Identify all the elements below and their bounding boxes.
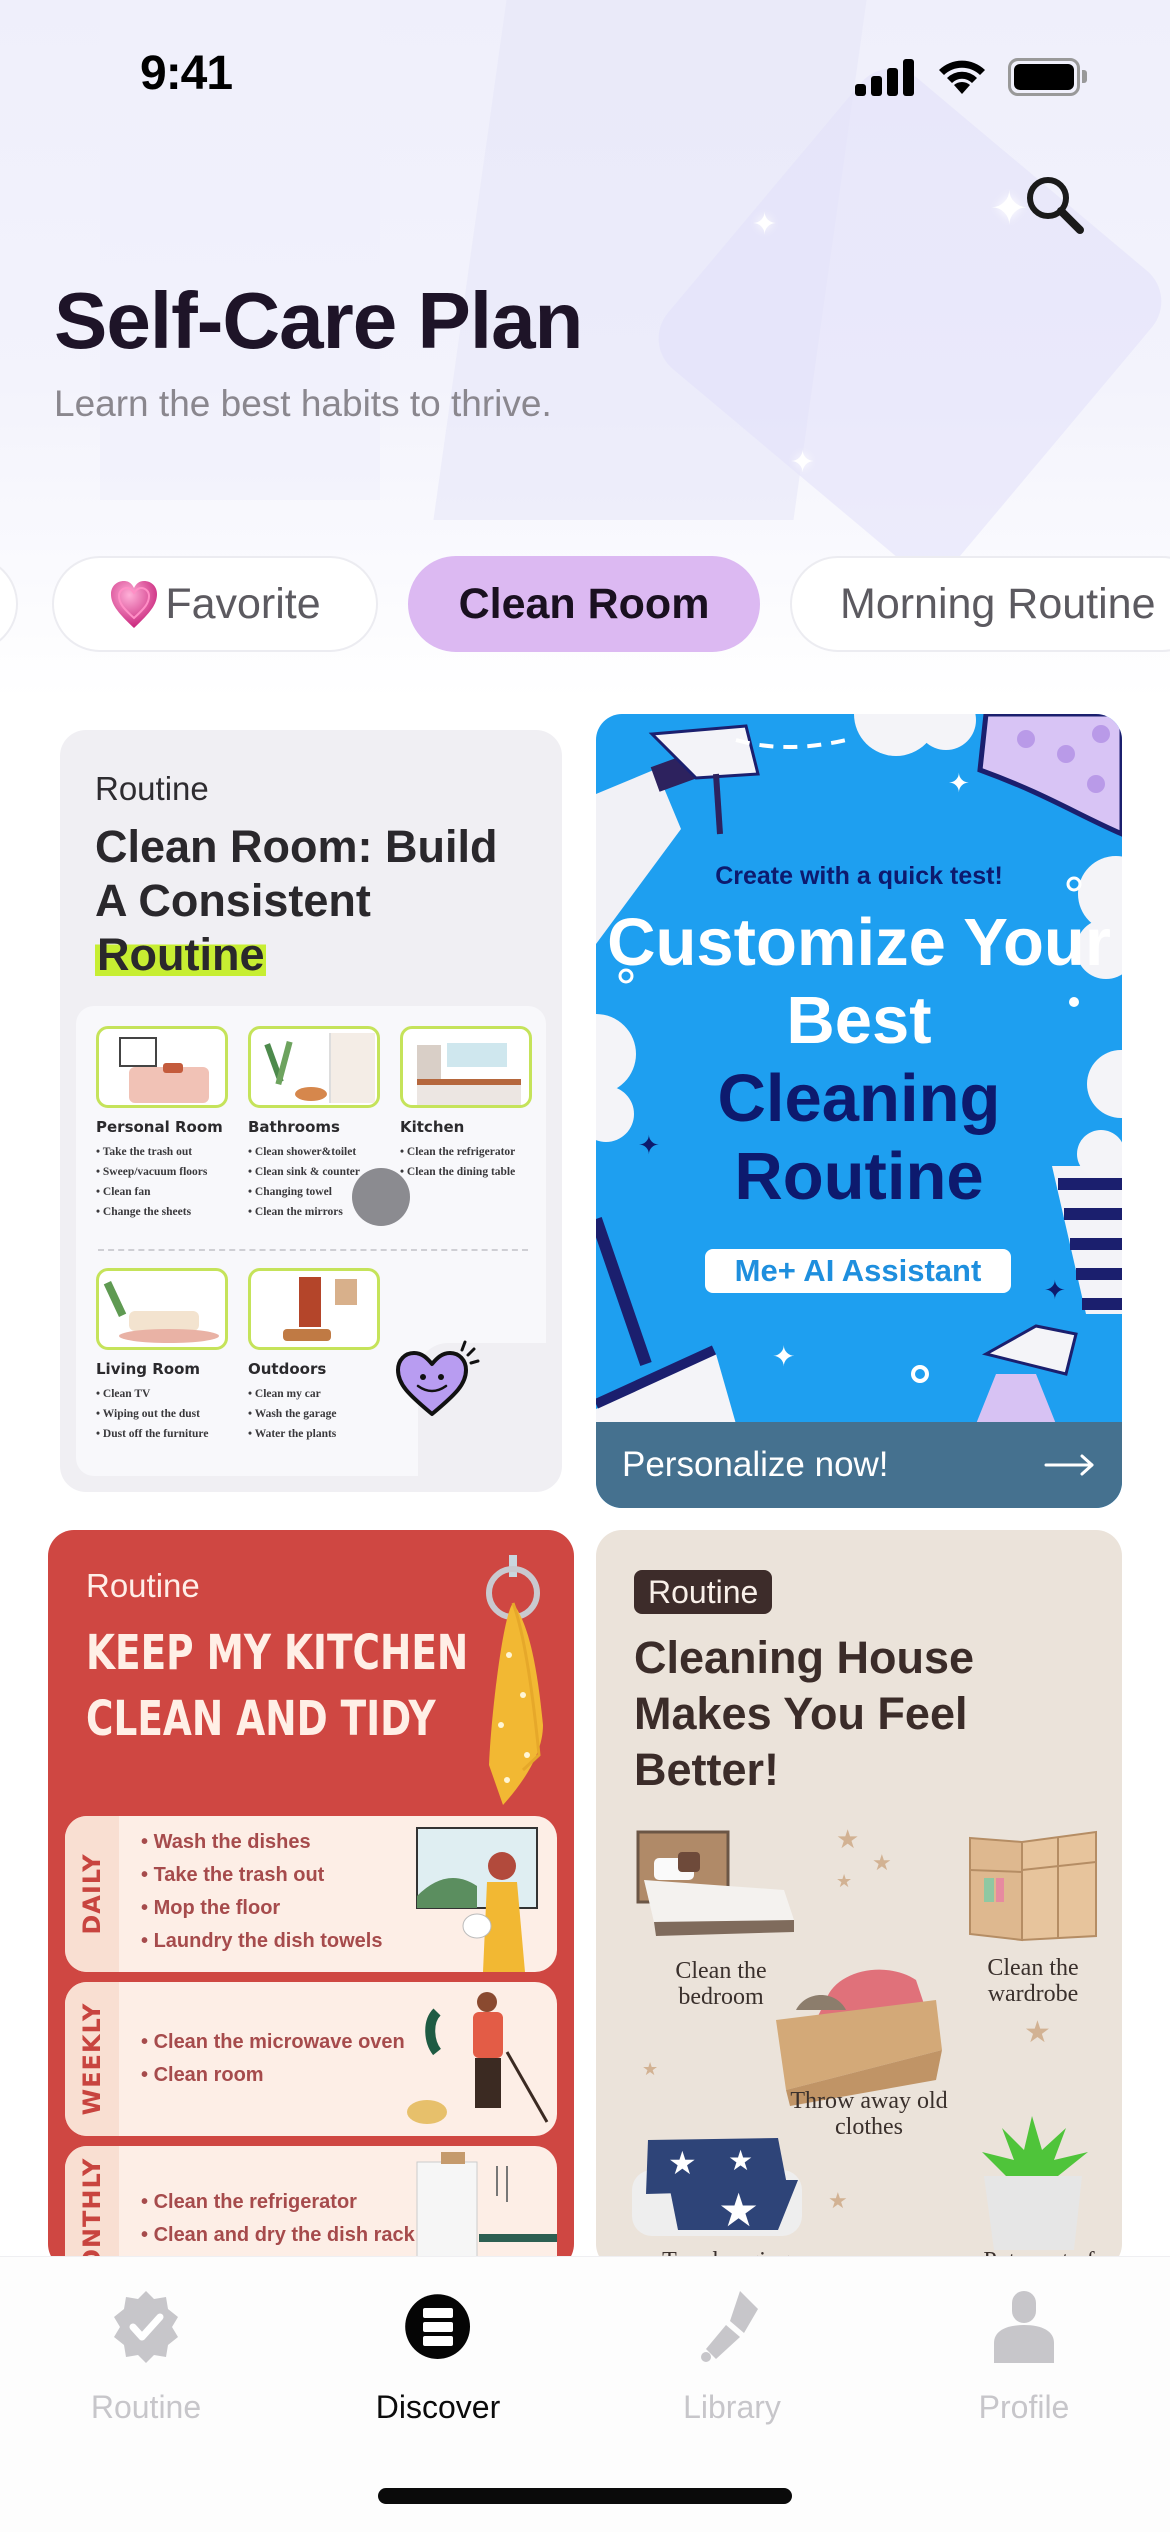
personalize-label: Personalize now!: [622, 1445, 889, 1484]
item-label: Clean the wardrobe: [987, 1955, 1079, 2007]
room-item: Personal Room Take the trash out Sweep/v…: [96, 1026, 236, 1222]
card-clean-room-routine[interactable]: Routine Clean Room: Build A Consistent R…: [60, 730, 562, 1492]
verified-badge-icon: [114, 2291, 178, 2363]
battery-icon: [1008, 58, 1088, 96]
svg-text:★: ★: [668, 2145, 697, 2181]
room-item: Living Room Clean TV Wiping out the dust…: [96, 1268, 236, 1444]
category-chip-hidden[interactable]: [0, 556, 18, 652]
star-decoration-icon: ★: [836, 1824, 860, 1854]
headline-white: Customize Your Best: [607, 905, 1111, 1058]
bathroom-illustration: [248, 1026, 380, 1108]
svg-text:★: ★: [728, 2145, 753, 2176]
weekly-section: WEEKLY Clean the microwave oven Clean ro…: [65, 1982, 557, 2136]
daily-section: DAILY Wash the dishes Take the trash out…: [65, 1816, 557, 1972]
star-decoration-icon: ★: [836, 1871, 853, 1891]
star-decoration-icon: ★: [1024, 2016, 1051, 2049]
card-tag: Routine: [634, 1570, 773, 1614]
star-bedding-image: ★ ★ ★: [632, 2138, 802, 2236]
room-item: Kitchen Clean the refrigerator Clean the…: [400, 1026, 540, 1182]
vacuuming-illustration: [407, 1992, 549, 2124]
wifi-icon: [939, 60, 985, 94]
succulent-image: [982, 2116, 1088, 2250]
headline-navy: Cleaning Routine: [717, 1061, 1001, 1214]
card-subtitle: Create with a quick test!: [715, 862, 1003, 890]
card-title: KEEP MY KITCHEN CLEAN AND TIDY: [86, 1625, 469, 1747]
refrigerator-illustration: [416, 2152, 557, 2270]
room-item: Outdoors Clean my car Wash the garage Wa…: [248, 1268, 388, 1444]
dishwashing-illustration: [416, 1827, 538, 1972]
tab-routine[interactable]: Routine: [46, 2287, 246, 2437]
card-title: Cleaning House Makes You Feel Better!: [634, 1632, 975, 1795]
tab-library[interactable]: Library: [632, 2287, 832, 2437]
item-label: Clean the bedroom: [675, 1958, 767, 2010]
search-icon[interactable]: [1020, 170, 1090, 240]
personalize-now-button[interactable]: Personalize now!: [596, 1422, 1122, 1508]
person-icon: [994, 2291, 1054, 2363]
bed-image: [636, 1830, 794, 1936]
status-bar: 9:41: [0, 0, 1170, 150]
wardrobe-image: [969, 1830, 1097, 1942]
smiling-heart-icon: [396, 1340, 480, 1416]
bedroom-illustration: [96, 1026, 228, 1108]
monthly-section: MONTHLY Clean the refrigerator Clean and…: [65, 2146, 557, 2270]
star-decoration-icon: ★: [642, 2059, 659, 2079]
touch-indicator: [352, 1168, 410, 1226]
paintbrush-icon: [701, 2291, 758, 2362]
svg-text:★: ★: [718, 2184, 759, 2236]
page-subtitle: Learn the best habits to thrive.: [54, 383, 552, 424]
card-customize-routine[interactable]: ✦ ✦ ✦ ✦ Create with a quick test! Custom…: [596, 714, 1122, 1508]
status-time: 9:41: [140, 47, 233, 100]
svg-text:✦: ✦: [948, 768, 970, 798]
card-tag: Routine: [86, 1567, 200, 1604]
tab-discover[interactable]: Discover: [338, 2287, 538, 2437]
arrow-right-icon: [1044, 1454, 1094, 1476]
tab-profile[interactable]: Profile: [924, 2287, 1124, 2437]
sparkle-icon: ✦: [752, 208, 778, 241]
category-chip-clean-room[interactable]: Clean Room: [408, 556, 760, 652]
outdoors-illustration: [248, 1268, 380, 1350]
category-chip-favorite[interactable]: Favorite: [52, 556, 378, 652]
dashed-divider: [98, 1249, 528, 1251]
star-decoration-icon: ★: [828, 2188, 848, 2213]
category-chip-row: Favorite Clean Room Morning Routine: [0, 556, 1170, 656]
cellular-signal-icon: [855, 58, 917, 96]
card-title: Clean Room: Build A Consistent Routine: [95, 821, 498, 980]
living-room-illustration: [96, 1268, 228, 1350]
title-highlight: Routine: [95, 929, 267, 980]
card-kitchen-routine[interactable]: Routine KEEP MY KITCHEN CLEAN AND TIDY D…: [48, 1530, 574, 2270]
card-cleaning-house[interactable]: Routine Cleaning House Makes You Feel Be…: [596, 1530, 1122, 2270]
discover-stack-icon: [405, 2294, 470, 2359]
ai-assistant-pill: Me+ AI Assistant: [705, 1249, 1011, 1293]
kitchen-illustration: [400, 1026, 532, 1108]
star-decoration-icon: ★: [872, 1850, 892, 1875]
towel-illustration: [486, 1555, 543, 1805]
svg-text:✦: ✦: [772, 1341, 795, 1372]
home-indicator: [378, 2488, 792, 2504]
card-tag: Routine: [95, 770, 209, 807]
sparkle-icon: ✦: [790, 446, 816, 479]
category-chip-morning-routine[interactable]: Morning Routine: [790, 556, 1170, 652]
pink-heart-emoji: [111, 581, 158, 628]
svg-text:✦: ✦: [1044, 1275, 1066, 1305]
page-title: Self-Care Plan: [54, 276, 583, 365]
